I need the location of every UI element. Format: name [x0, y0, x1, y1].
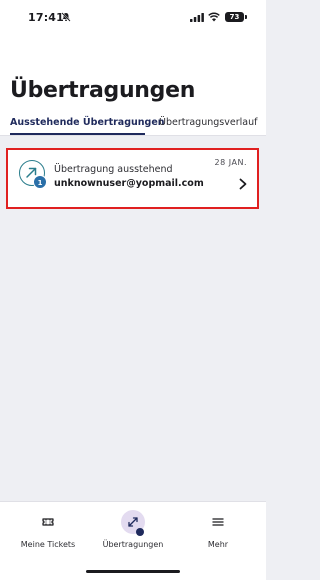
transfer-status-text: Übertragung ausstehend [54, 164, 173, 175]
transfer-date: 28 JAN. [214, 158, 247, 167]
nav-label-my-tickets: Meine Tickets [20, 540, 76, 549]
nav-item-my-tickets[interactable]: Meine Tickets [4, 502, 92, 562]
transfer-status-icon: 1 [19, 160, 49, 190]
transfer-recipient-email: unknownuser@yopmail.com [54, 178, 204, 189]
nav-item-more[interactable]: Mehr [174, 502, 262, 562]
active-nav-dot [136, 528, 144, 536]
status-bar: 17:41 73 [0, 0, 266, 40]
status-time: 17:41 [28, 11, 65, 24]
home-indicator[interactable] [86, 570, 180, 573]
ticket-icon [36, 510, 60, 534]
chevron-right-icon [239, 178, 247, 190]
menu-icon [206, 510, 230, 534]
header-divider [0, 135, 266, 136]
battery-indicator: 73 [225, 12, 244, 22]
transfer-count-badge: 1 [33, 175, 47, 189]
nav-item-transfers[interactable]: Übertragungen [89, 502, 177, 562]
page-title: Übertragungen [10, 78, 196, 103]
wifi-icon [208, 12, 220, 22]
page-header: Übertragungen Ausstehende Übertragungen … [0, 40, 266, 136]
tab-pending-transfers[interactable]: Ausstehende Übertragungen [10, 117, 165, 128]
transfer-card[interactable]: 1 Übertragung ausstehend unknownuser@yop… [6, 148, 259, 209]
nav-label-more: Mehr [207, 540, 229, 549]
tab-transfer-history[interactable]: Übertragungsverlauf [159, 117, 257, 128]
battery-tip [245, 15, 247, 19]
signal-icon [190, 13, 204, 22]
nav-label-transfers: Übertragungen [102, 540, 164, 549]
bottom-navigation: Meine Tickets Übertragungen Mehr [0, 501, 266, 580]
bell-mute-icon [61, 12, 71, 22]
